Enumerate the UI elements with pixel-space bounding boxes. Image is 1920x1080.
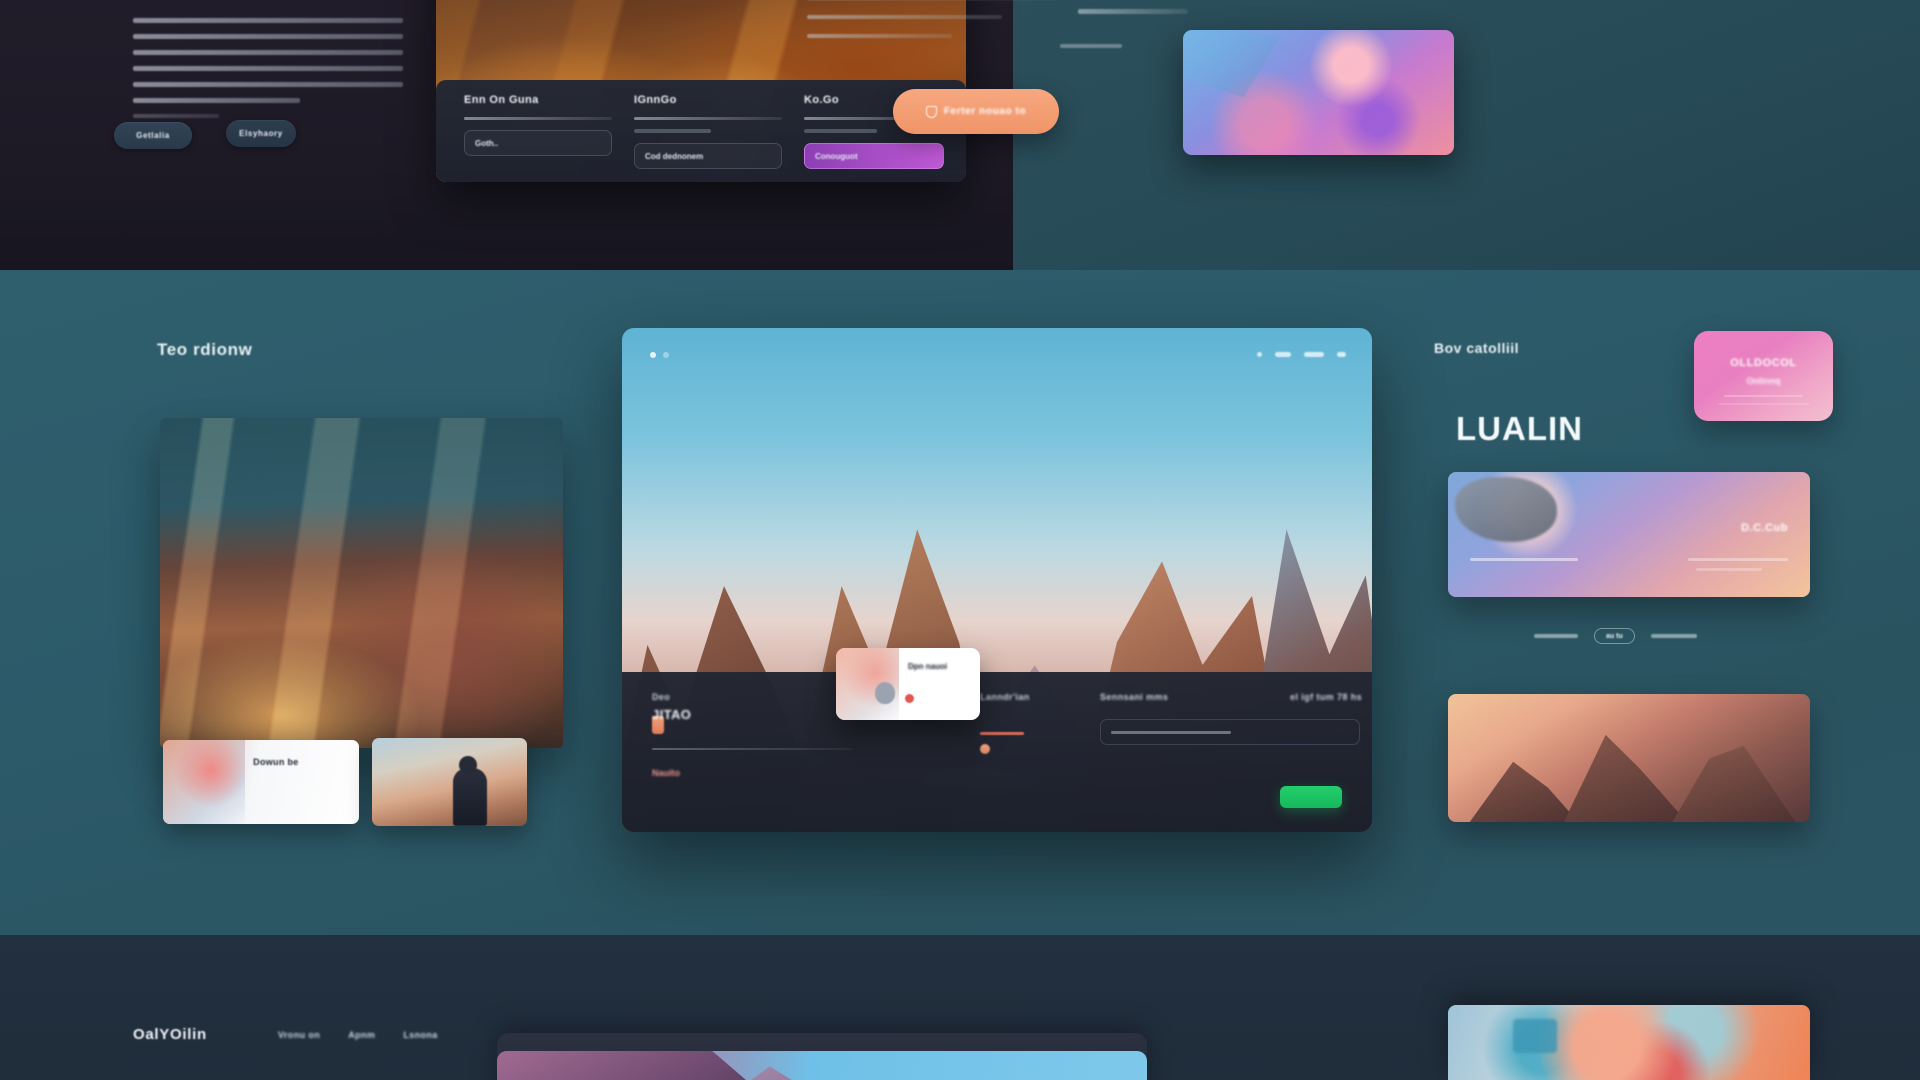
top-hero-column-2-heading: IGnnGo (634, 94, 677, 106)
top-left-primary-button[interactable]: Getlalia (114, 122, 192, 149)
mini-card-dune[interactable] (372, 738, 527, 826)
right-column-pill-row: au tu (1534, 628, 1734, 644)
pill-row-left-label (1534, 634, 1578, 638)
candy-balloons-art (1448, 1005, 1810, 1080)
bottom-nav-item-2[interactable]: Apnm (348, 1030, 375, 1040)
top-hero-column-3-accent-button[interactable]: Conouguot (804, 143, 944, 169)
bottom-browser-mockup (497, 1033, 1147, 1080)
nav-item[interactable] (1275, 352, 1291, 357)
nav-item[interactable] (1337, 352, 1346, 357)
center-app-mockup: Deo JITAO Nauito Lanndr'ian Sennsani mms… (622, 328, 1372, 832)
gradient-bubbles-art (1183, 30, 1454, 155)
top-hero-column-3-button-label: Conouguot (815, 151, 858, 161)
bottom-logo[interactable]: OalYOilin (133, 1026, 207, 1043)
divider (652, 748, 852, 750)
underline-accent (980, 732, 1024, 735)
right-column-badge-card[interactable]: OLLDOCOL Onlinnq (1694, 331, 1833, 421)
status-dot (980, 744, 990, 754)
floating-card-thumbnail (836, 648, 900, 720)
top-hero-column-2-field-value: Cod dednonem (645, 151, 704, 161)
middle-left-title: Teo rdionw (157, 340, 253, 359)
bottom-nav-item-3[interactable]: Lsnona (403, 1030, 437, 1040)
mountain-rose-photo (160, 418, 563, 748)
divider (464, 117, 612, 120)
dune-photo (372, 738, 527, 826)
right-column-title: Bov catolliil (1434, 340, 1520, 356)
mini-card-thumbnail (163, 740, 246, 824)
top-right-cta-label: Ferter nouao to (943, 106, 1027, 117)
peach-mountain-art (1448, 694, 1810, 822)
top-hero-column-3-subline (804, 129, 877, 133)
top-hero-column-1-heading: Enn On Guna (464, 94, 539, 106)
top-hero-form-panel: Enn On Guna Goth.. IGnnGo Cod dednonem K… (436, 80, 966, 182)
top-left-meta-line (133, 114, 220, 118)
top-left-secondary-button-label: Elsyhaory (239, 129, 283, 138)
divider (634, 117, 782, 120)
candy-square (1513, 1018, 1557, 1053)
window-controls[interactable] (650, 352, 669, 358)
top-hero-column-2-subline (634, 129, 711, 133)
bottom-nav-item-1[interactable]: Vronu on (278, 1030, 320, 1040)
top-left-primary-button-label: Getlalia (136, 131, 170, 140)
center-panel-col1-kicker: Deo (652, 692, 671, 702)
floating-card-heading: Dpn nauoi (908, 662, 948, 671)
top-right-meta-line (1078, 9, 1188, 14)
sunset-gradient-art: D.C.Cub (1448, 472, 1810, 597)
right-column-pill[interactable]: au tu (1594, 628, 1635, 644)
floating-preview-card[interactable]: Dpn nauoi (836, 648, 980, 720)
person-silhouette (452, 756, 487, 826)
badge-line (1724, 395, 1803, 397)
window-dot[interactable] (663, 352, 669, 358)
right-column-pill-label: au tu (1606, 632, 1623, 640)
center-app-bottom-panel: Deo JITAO Nauito Lanndr'ian Sennsani mms… (622, 648, 1372, 832)
top-right-meta-small (1060, 44, 1122, 48)
right-column-headline: LUALIN (1456, 410, 1583, 447)
top-hero-column-2: IGnnGo Cod dednonem (634, 94, 782, 169)
center-panel-col1-tag: Nauito (652, 768, 680, 778)
floating-card-status-dot (905, 694, 915, 703)
center-app-nav[interactable] (1257, 352, 1346, 357)
top-right-cta-button[interactable]: Ferter nouao to (893, 89, 1059, 134)
shield-icon (925, 105, 937, 118)
center-panel-chip[interactable] (1100, 719, 1360, 745)
top-left-copy-block (133, 18, 403, 129)
badge-title: OLLDOCOL (1730, 357, 1797, 369)
top-hero-column-1-field[interactable]: Goth.. (464, 130, 612, 156)
bottom-nav: Vronu on Apnm Lsnona (278, 1030, 438, 1040)
screenshot-root: Getlalia Elsyhaory Enn On Guna Goth.. IG… (0, 0, 1920, 1080)
top-hero-column-1: Enn On Guna Goth.. (464, 94, 612, 156)
top-right-section-background (1013, 0, 1920, 270)
sunset-art-caption: D.C.Cub (1741, 522, 1788, 534)
bottom-mockup-photo (497, 1051, 1147, 1080)
center-panel-col4-kicker: el igf tum 78 hs (1290, 692, 1362, 702)
top-left-secondary-button[interactable]: Elsyhaory (226, 120, 296, 147)
chip-line (1111, 730, 1231, 734)
badge-subtitle: Onlinnq (1746, 376, 1781, 386)
pill-row-right-label (1650, 634, 1697, 638)
center-panel-confirm-button[interactable] (1280, 786, 1342, 808)
nav-item[interactable] (1257, 352, 1262, 357)
top-hero-column-2-field[interactable]: Cod dednonem (634, 143, 782, 169)
nav-item[interactable] (1304, 352, 1324, 357)
center-panel-col1-value: JITAO (652, 707, 692, 722)
badge-line (1718, 403, 1809, 405)
top-right-copy-block (807, 0, 1057, 53)
center-panel-column-4: el igf tum 78 hs (1242, 692, 1362, 702)
center-panel-column-1: Deo JITAO Nauito (652, 692, 852, 778)
mini-card-heading: Dowun be (253, 757, 299, 767)
window-dot[interactable] (650, 352, 656, 358)
top-hero-column-1-field-value: Goth.. (475, 138, 499, 148)
mini-card-article[interactable]: Dowun be (163, 740, 359, 824)
